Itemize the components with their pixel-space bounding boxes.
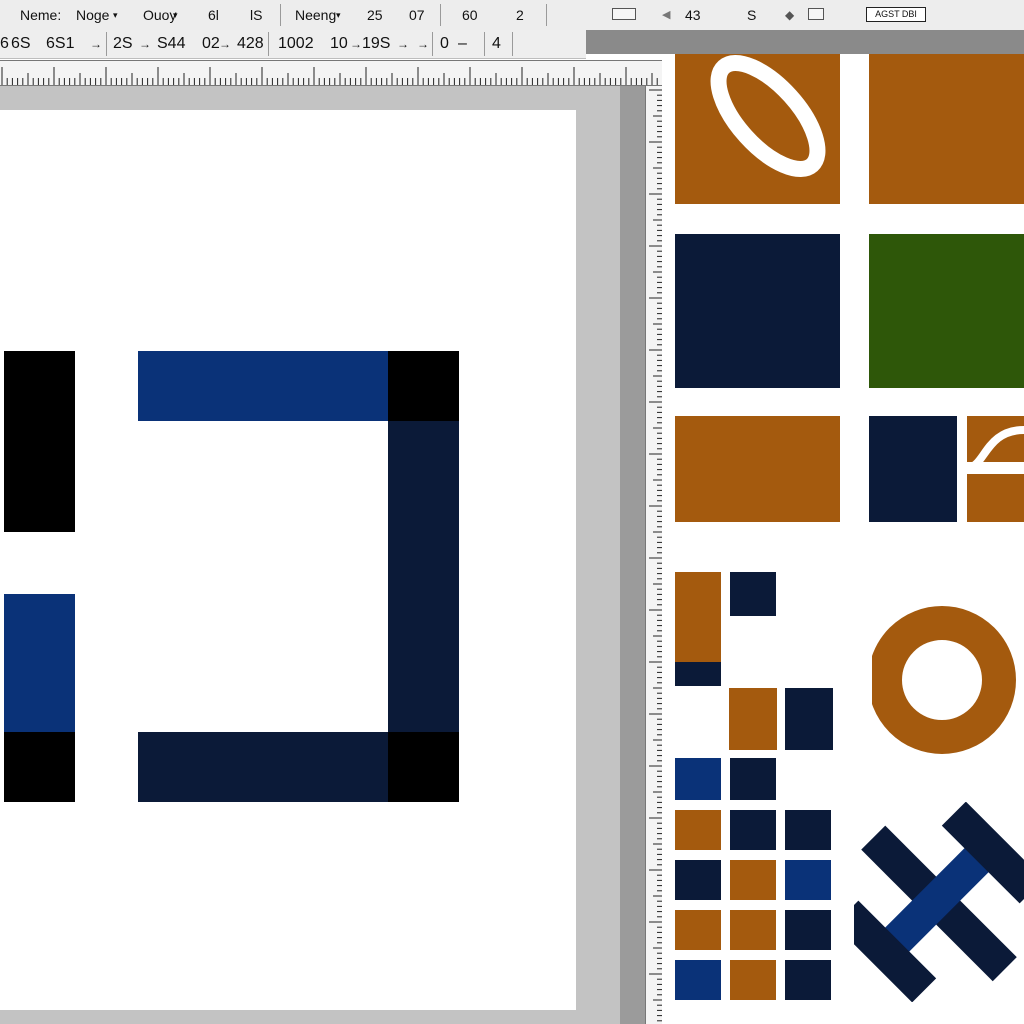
swatch-navy[interactable] (869, 416, 957, 522)
menu-item-1[interactable]: Neme: (20, 0, 61, 30)
shape-blue-top-bar[interactable] (138, 351, 388, 421)
tile-orange[interactable] (675, 572, 721, 662)
divider (512, 32, 513, 56)
chevron-down-icon[interactable]: ▾ (173, 0, 178, 30)
grid-icon[interactable] (808, 8, 824, 20)
tile-blue[interactable] (675, 758, 721, 800)
tile-orange[interactable] (675, 910, 721, 950)
diamond-icon[interactable]: ◆ (785, 0, 794, 30)
swatch-orange[interactable] (675, 416, 840, 522)
wave-icon (967, 426, 1024, 474)
ring-icon[interactable] (872, 600, 1024, 760)
tile-navy[interactable] (785, 960, 831, 1000)
option-value-8[interactable]: 1002 (278, 30, 314, 58)
tile-navy[interactable] (730, 810, 776, 850)
divider (484, 32, 485, 56)
shape-navy-side-bar[interactable] (388, 421, 459, 732)
option-value-3[interactable]: 6S1 (46, 30, 74, 58)
swatch-navy[interactable] (675, 234, 840, 388)
divider (106, 32, 107, 56)
chevron-down-icon[interactable]: ▾ (336, 0, 341, 30)
swatch-orange-wave[interactable] (967, 416, 1024, 522)
swatch-green[interactable] (869, 234, 1024, 388)
option-value-4[interactable]: 2S (113, 30, 133, 58)
divider (280, 4, 281, 26)
arrow-right-icon[interactable]: → (397, 30, 409, 58)
triangle-left-icon[interactable]: ◀ (662, 0, 670, 30)
vertical-ruler[interactable] (645, 86, 662, 1024)
tile-navy[interactable] (675, 662, 721, 686)
option-value-5[interactable]: S44 (157, 30, 185, 58)
swatch-orange-loop[interactable] (675, 54, 840, 204)
divider (268, 32, 269, 56)
pasteboard-shadow (620, 86, 645, 1024)
option-value-11[interactable]: 0 (440, 30, 449, 58)
menu-item-8[interactable]: 07 (409, 0, 425, 30)
menu-item-9[interactable]: 60 (462, 0, 478, 30)
ruler-ticks (649, 89, 662, 1022)
arrow-right-icon[interactable]: → (90, 30, 102, 58)
value-readout: 43 (685, 7, 701, 23)
tool-button[interactable]: AGST DBI (866, 7, 926, 22)
menu-item-6[interactable]: Neeng (295, 0, 336, 30)
option-value-9[interactable]: 10 (330, 30, 348, 58)
tile-orange[interactable] (730, 860, 776, 900)
menu-item-4[interactable]: 6l (208, 0, 219, 30)
shape-black-block[interactable] (4, 732, 75, 802)
tile-navy[interactable] (730, 758, 776, 800)
tile-orange[interactable] (675, 810, 721, 850)
tile-navy[interactable] (785, 810, 831, 850)
frame-icon[interactable] (612, 8, 636, 20)
option-value-1[interactable]: 6 (0, 30, 9, 58)
chevron-down-icon[interactable]: ▾ (113, 0, 118, 30)
menu-item-2[interactable]: Noge (76, 0, 109, 30)
arrow-right-icon[interactable]: → (219, 30, 231, 58)
menu-letter[interactable]: S (747, 0, 756, 30)
menu-item-7[interactable]: 25 (367, 0, 383, 30)
divider (432, 32, 433, 56)
swatch-panel (662, 54, 1024, 1024)
minus-icon[interactable]: – (458, 30, 467, 58)
tile-navy[interactable] (785, 910, 831, 950)
option-value-7[interactable]: 428 (237, 30, 264, 58)
horizontal-ruler[interactable] (0, 60, 662, 86)
option-value-12[interactable]: 4 (492, 30, 501, 58)
tile-orange[interactable] (730, 910, 776, 950)
arrow-right-icon[interactable]: → (417, 30, 429, 58)
menu-item-5[interactable]: lS (250, 0, 262, 30)
option-value-2[interactable]: 6S (11, 30, 31, 58)
menu-item-3[interactable]: Ouoy (143, 0, 176, 30)
tile-orange[interactable] (730, 960, 776, 1000)
tile-orange[interactable] (729, 688, 777, 750)
shape-corner-top[interactable] (388, 351, 459, 421)
shape-blue-bar[interactable] (4, 594, 75, 732)
arrow-right-icon[interactable]: → (350, 30, 362, 58)
tile-blue[interactable] (675, 960, 721, 1000)
arrow-right-icon[interactable]: → (139, 30, 151, 58)
option-value-10[interactable]: 19S (362, 30, 390, 58)
tile-blue[interactable] (785, 860, 831, 900)
menu-bar: Neme: Noge ▾ Ouoy ▾ 6l lS Neeng ▾ 25 07 … (0, 0, 1024, 31)
tile-navy[interactable] (785, 688, 833, 750)
shape-corner-bottom[interactable] (388, 732, 459, 802)
shape-navy-bottom-bar[interactable] (138, 732, 388, 802)
tile-navy[interactable] (730, 572, 776, 616)
panel-header-strip (586, 30, 1024, 54)
knot-icon[interactable] (854, 802, 1024, 1002)
tile-navy[interactable] (675, 860, 721, 900)
shape-black-bar[interactable] (4, 351, 75, 532)
swatch-orange[interactable] (869, 54, 1024, 204)
loop-icon (710, 55, 826, 177)
option-value-6[interactable]: 02 (202, 30, 220, 58)
artboard[interactable] (0, 110, 576, 1010)
ruler-ticks (1, 67, 658, 85)
divider (546, 4, 547, 26)
menu-item-10[interactable]: 2 (516, 0, 524, 30)
divider (440, 4, 441, 26)
